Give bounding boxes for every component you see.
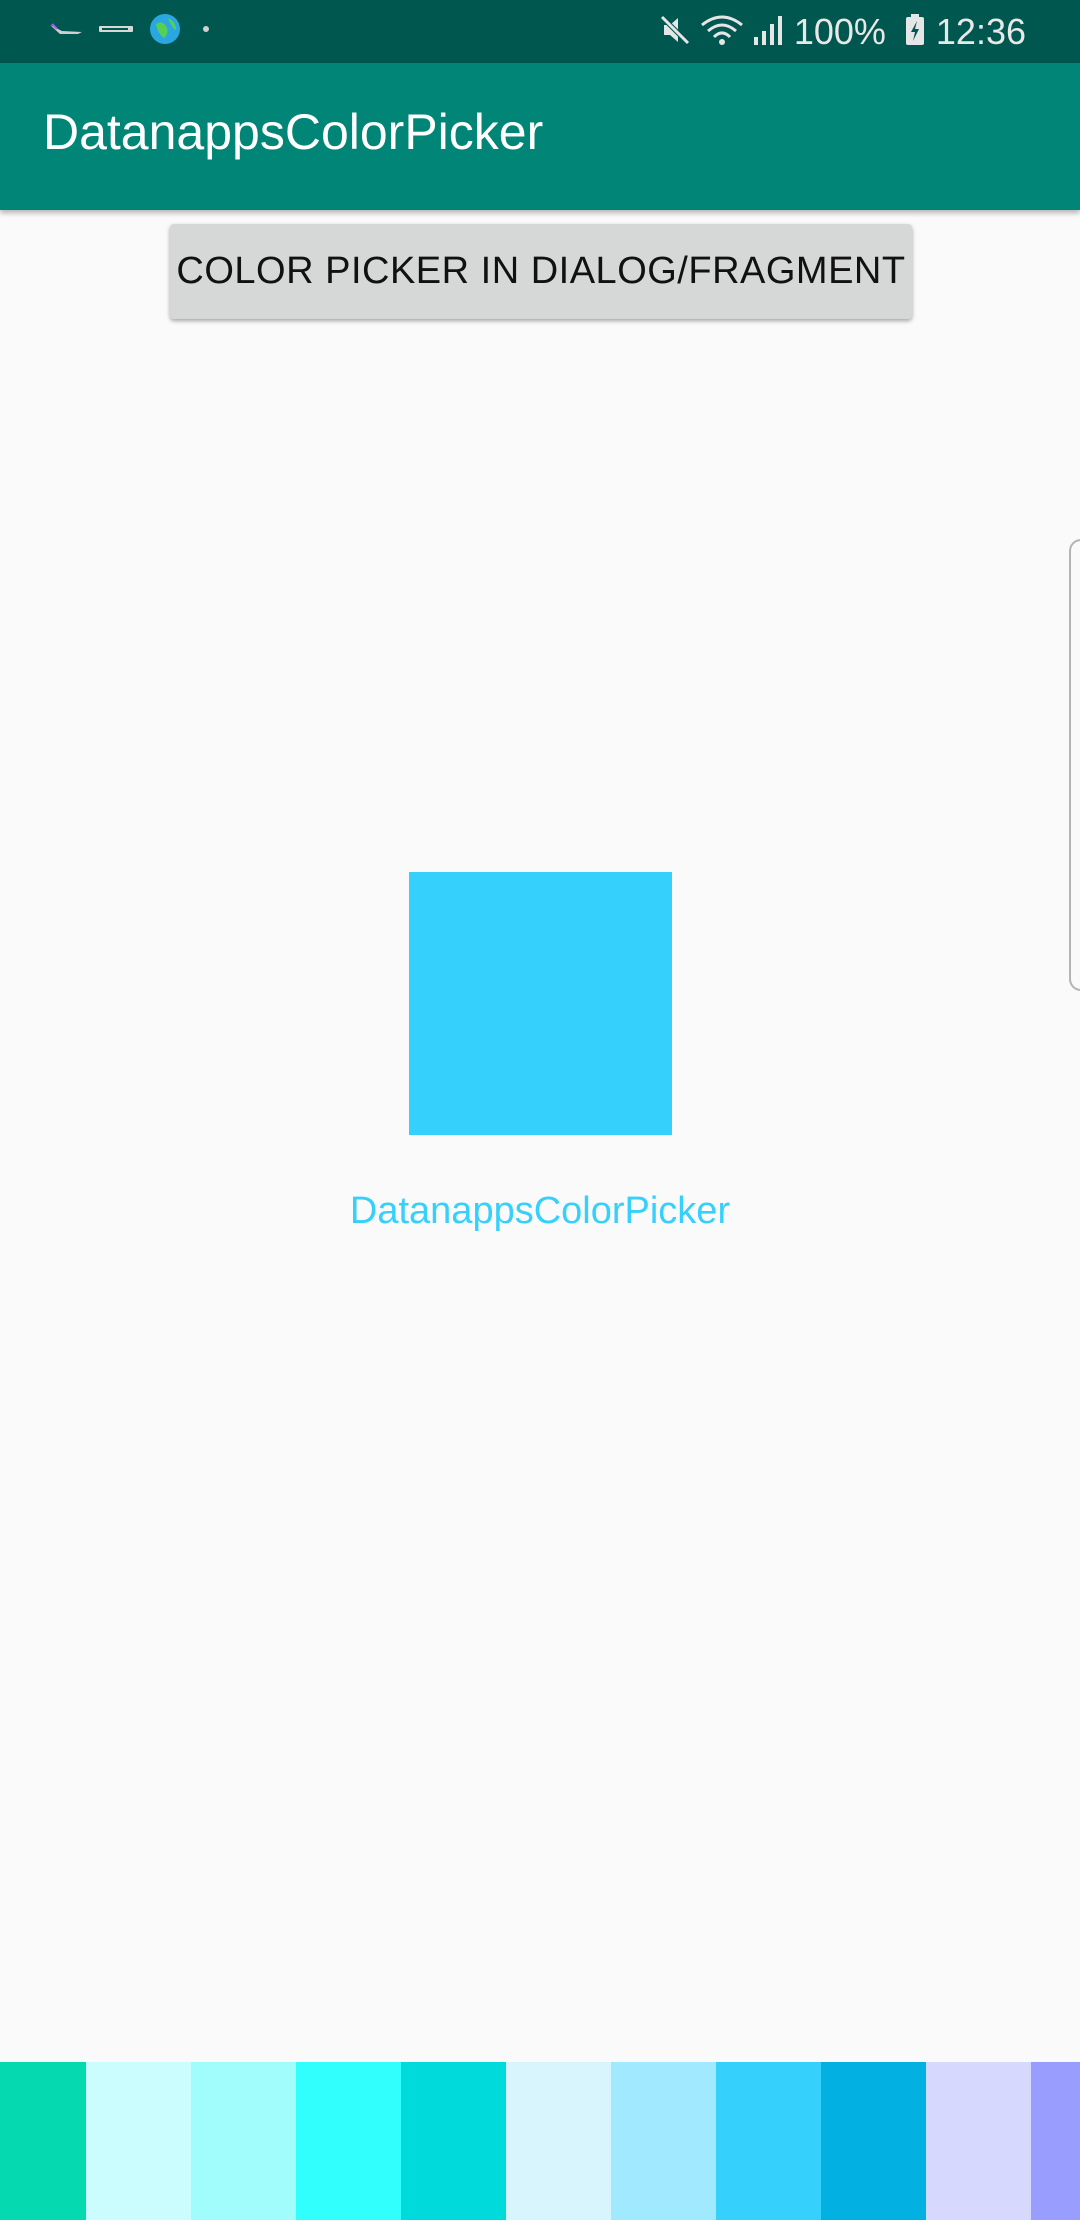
color-swatch[interactable]: [86, 2062, 191, 2220]
color-swatch[interactable]: [1031, 2062, 1080, 2220]
battery-percent: 100%: [793, 11, 886, 52]
selected-color-label: DatanappsColorPicker: [349, 1190, 731, 1232]
color-swatch[interactable]: [611, 2062, 716, 2220]
color-picker-dialog-button[interactable]: COLOR PICKER IN DIALOG/FRAGMENT: [170, 224, 912, 319]
color-swatch[interactable]: [506, 2062, 611, 2220]
dot-notification-icon: [196, 19, 216, 44]
selected-color-preview: [409, 872, 672, 1135]
mute-icon: [658, 13, 692, 52]
color-swatch[interactable]: [926, 2062, 1031, 2220]
brand-notification-icon: [98, 22, 134, 41]
color-swatch[interactable]: [0, 2062, 86, 2220]
color-swatch[interactable]: [401, 2062, 506, 2220]
wifi-icon: [700, 13, 744, 52]
status-indicators: 100% 12:36: [650, 8, 1026, 56]
status-bar: 100% 12:36: [0, 0, 1080, 63]
battery-charging-icon: [904, 13, 926, 52]
color-swatch[interactable]: [716, 2062, 821, 2220]
edge-panel-handle[interactable]: [1069, 539, 1080, 991]
app-title: DatanappsColorPicker: [43, 104, 544, 160]
color-swatch[interactable]: [821, 2062, 926, 2220]
app-bar: DatanappsColorPicker: [0, 63, 1080, 210]
notification-icons: [48, 12, 230, 51]
color-swatch[interactable]: [296, 2062, 401, 2220]
globe-notification-icon: [148, 12, 182, 51]
signal-icon: [752, 13, 786, 52]
clock: 12:36: [935, 11, 1026, 52]
color-swatch[interactable]: [191, 2062, 296, 2220]
bird-notification-icon: [48, 21, 84, 42]
color-swatch-strip[interactable]: [0, 2062, 1080, 2220]
